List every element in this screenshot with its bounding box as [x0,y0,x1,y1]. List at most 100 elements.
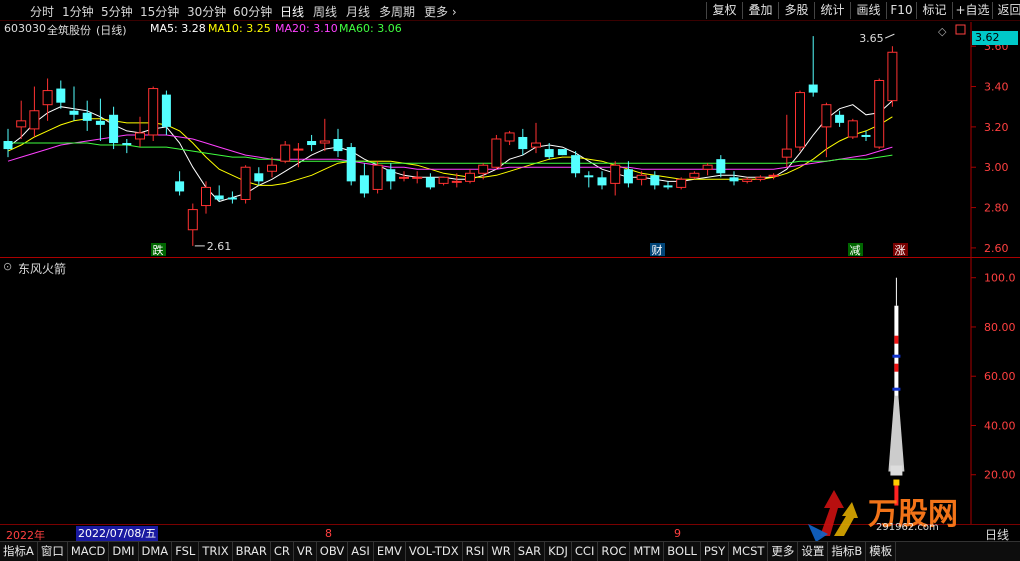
kline-chart[interactable]: 3.603.403.203.002.802.603.652.61跌财减涨◇ [0,22,1020,258]
indicator-tab-fsl[interactable]: FSL [172,542,200,561]
candle [716,155,726,178]
candle [333,128,343,158]
candle [795,90,805,152]
candle [676,177,687,190]
indicator-tab-指标a[interactable]: 指标A [0,542,38,561]
indicator-tab-更多[interactable]: 更多 [768,542,799,561]
price-tick-label: 3.20 [984,121,1009,134]
candle [42,78,53,121]
indicator-tab-dmi[interactable]: DMI [109,542,139,561]
indicator-tick-label: 80.00 [984,321,1016,334]
indicator-tab-bar: 指标A 窗口 MACD DMI DMA FSL TRIX BRAR CR VR OBV ASI EMV V… [0,541,1020,561]
period-0[interactable]: 分时 [30,3,54,20]
period-8[interactable]: 月线 [346,3,370,20]
svg-text:涨: 涨 [895,244,906,257]
period-4[interactable]: 30分钟 [187,3,226,20]
indicator-tab-psy[interactable]: PSY [701,542,730,561]
indicator-tab-wr[interactable]: WR [488,542,515,561]
candle [702,163,713,176]
period-5[interactable]: 60分钟 [233,3,272,20]
selected-date: 2022/07/08/五 [76,526,159,541]
indicator-tab-窗口[interactable]: 窗口 [38,542,68,561]
indicator-tab-cr[interactable]: CR [271,542,294,561]
high-price-label: 3.65 [859,32,884,45]
period-10[interactable]: 更多 › [424,3,457,20]
toolbar-button-0[interactable]: 复权 [706,2,742,19]
expand-icon[interactable] [955,24,966,35]
indicator-tab-mcst[interactable]: MCST [729,542,769,561]
candle [227,191,237,204]
period-9[interactable]: 多周期 [379,3,415,20]
indicator-tab-mtm[interactable]: MTM [630,542,665,561]
period-1[interactable]: 1分钟 [62,3,94,20]
candle [650,171,660,190]
toolbar-button-7[interactable]: +自选 [952,2,992,19]
event-marker-1[interactable]: 财 [650,243,665,257]
candle [518,128,528,156]
candle [399,171,409,182]
indicator-tab-设置[interactable]: 设置 [798,542,829,561]
toolbar-button-8[interactable]: 返回 [992,2,1020,19]
candle [201,181,211,214]
indicator-tab-trix[interactable]: TRIX [199,542,233,561]
event-marker-2[interactable]: 减 [848,243,863,257]
indicator-tab-模板[interactable]: 模板 [866,542,897,561]
indicator-tick-label: 60.00 [984,370,1016,383]
candle [623,161,633,188]
toolbar-button-4[interactable]: 画线 [850,2,886,19]
indicator-tab-rsi[interactable]: RSI [463,542,489,561]
event-marker-3[interactable]: 涨 [893,243,908,257]
toolbar-button-6[interactable]: 标记 [916,2,952,19]
candle [187,203,198,246]
period-3[interactable]: 15分钟 [140,3,179,20]
candle [359,163,369,198]
toolbar-button-5[interactable]: F10 [886,2,916,19]
price-tick-label: 3.00 [984,161,1009,174]
toolbar-button-2[interactable]: 多股 [778,2,814,19]
indicator-tab-指标b[interactable]: 指标B [828,542,867,561]
candle [29,86,40,137]
indicator-tab-asi[interactable]: ASI [348,542,374,561]
candle [412,171,423,184]
candle [808,36,818,97]
candle [663,181,673,190]
indicator-tab-brar[interactable]: BRAR [233,542,271,561]
candle [887,46,898,107]
candle [821,102,832,158]
candle [161,90,171,135]
candle [438,176,449,186]
toolbar-button-3[interactable]: 统计 [814,2,850,19]
period-6[interactable]: 日线 [280,3,304,20]
candle [109,106,119,150]
indicator-tab-dma[interactable]: DMA [139,542,173,561]
candle [425,173,435,190]
watermark-url: 291962.com [876,522,939,533]
candle [610,161,621,196]
candle [3,128,13,158]
settings-diamond-icon[interactable]: ◇ [938,25,947,38]
indicator-tab-obv[interactable]: OBV [317,542,349,561]
indicator-tab-vr[interactable]: VR [294,542,317,561]
indicator-tab-vol-tdx[interactable]: VOL-TDX [406,542,463,561]
candle [755,175,766,182]
price-tick-label: 2.80 [984,202,1009,215]
indicator-tab-cci[interactable]: CCI [572,542,599,561]
indicator-tab-boll[interactable]: BOLL [664,542,701,561]
period-2[interactable]: 5分钟 [101,3,133,20]
event-marker-0[interactable]: 跌 [151,243,166,257]
indicator-tab-sar[interactable]: SAR [515,542,546,561]
indicator-tab-roc[interactable]: ROC [598,542,631,561]
indicator-tab-macd[interactable]: MACD [68,542,110,561]
period-7[interactable]: 周线 [313,3,337,20]
candle [175,171,185,196]
indicator-tab-kdj[interactable]: KDJ [545,542,572,561]
ma-line-MA20 [7,134,893,170]
indicator-tab-emv[interactable]: EMV [374,542,406,561]
candle [372,161,383,194]
low-price-label: 2.61 [207,240,232,253]
current-price-tag: 3.62 [972,31,1018,45]
svg-text:财: 财 [652,243,663,257]
toolbar-button-1[interactable]: 叠加 [742,2,778,19]
month-label-9: 9 [674,527,681,540]
candle [597,171,607,190]
